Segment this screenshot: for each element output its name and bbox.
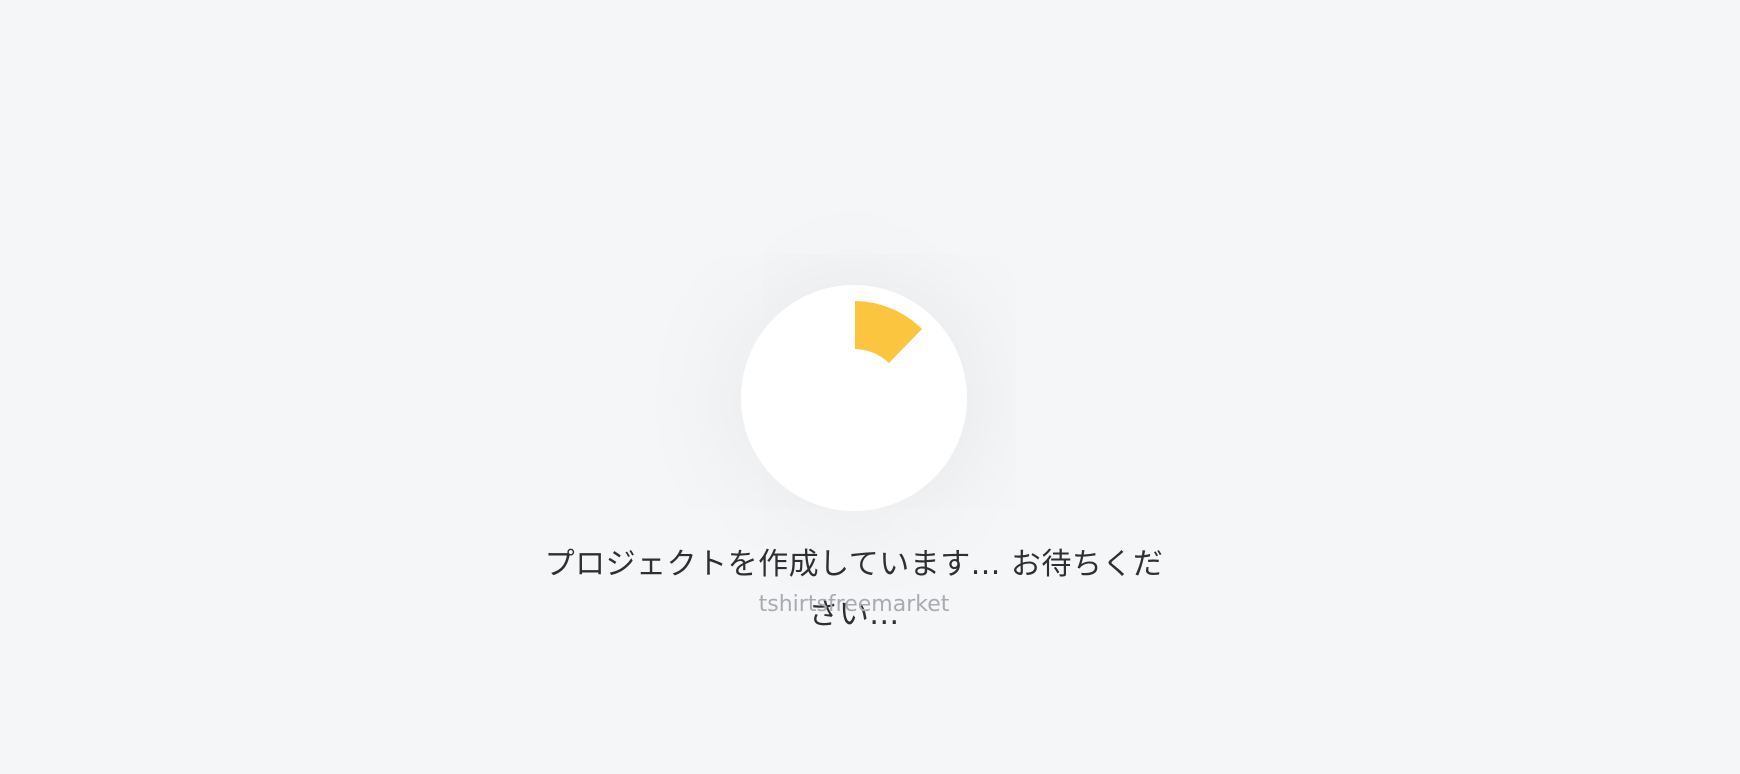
loading-status-message: プロジェクトを作成しています... お待ちください...	[544, 547, 1164, 632]
project-name-label: tshirtsfreemarket	[758, 592, 950, 617]
loading-screen: プロジェクトを作成しています... お待ちください... tshirtsfree…	[0, 0, 1740, 774]
spinner-circle	[741, 285, 967, 511]
loading-spinner-icon	[855, 301, 922, 363]
spinner-segment	[855, 301, 922, 363]
